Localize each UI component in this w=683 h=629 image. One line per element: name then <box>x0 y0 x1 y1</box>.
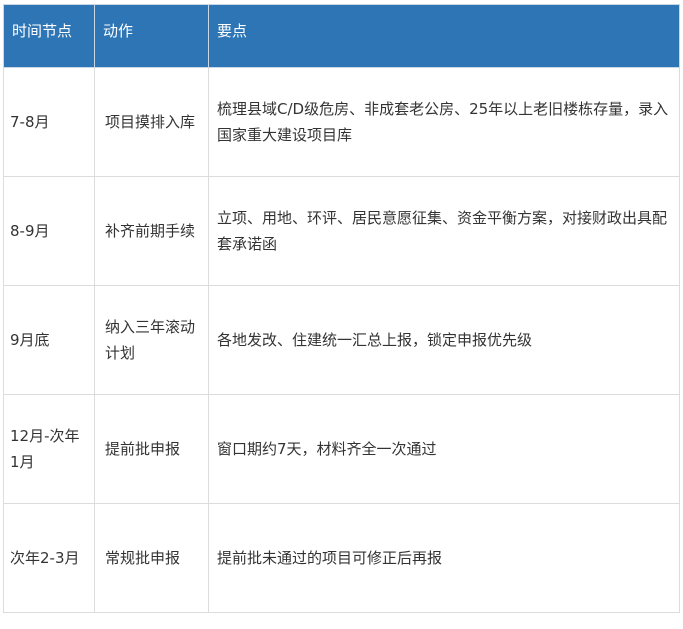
cell-action: 常规批申报 <box>94 503 209 613</box>
schedule-table: 时间节点 动作 要点 7-8月 项目摸排入库 梳理县域C/D级危房、非成套老公房… <box>3 4 680 613</box>
cell-action: 补齐前期手续 <box>94 176 209 286</box>
table-row: 12月-次年1月 提前批申报 窗口期约7天，材料齐全一次通过 <box>3 394 680 504</box>
table-body: 7-8月 项目摸排入库 梳理县域C/D级危房、非成套老公房、25年以上老旧楼栋存… <box>3 67 680 613</box>
cell-time: 12月-次年1月 <box>3 394 95 504</box>
table-row: 8-9月 补齐前期手续 立项、用地、环评、居民意愿征集、资金平衡方案，对接财政出… <box>3 176 680 286</box>
table-header: 时间节点 动作 要点 <box>3 4 680 68</box>
table-row: 7-8月 项目摸排入库 梳理县域C/D级危房、非成套老公房、25年以上老旧楼栋存… <box>3 67 680 177</box>
cell-time: 8-9月 <box>3 176 95 286</box>
cell-time: 9月底 <box>3 285 95 395</box>
cell-points: 窗口期约7天，材料齐全一次通过 <box>208 394 680 504</box>
table-row: 9月底 纳入三年滚动计划 各地发改、住建统一汇总上报，锁定申报优先级 <box>3 285 680 395</box>
cell-action: 纳入三年滚动计划 <box>94 285 209 395</box>
cell-points: 提前批未通过的项目可修正后再报 <box>208 503 680 613</box>
header-action: 动作 <box>94 4 209 68</box>
cell-action: 提前批申报 <box>94 394 209 504</box>
header-time: 时间节点 <box>3 4 95 68</box>
table-row: 次年2-3月 常规批申报 提前批未通过的项目可修正后再报 <box>3 503 680 613</box>
cell-points: 各地发改、住建统一汇总上报，锁定申报优先级 <box>208 285 680 395</box>
header-points: 要点 <box>208 4 680 68</box>
cell-time: 7-8月 <box>3 67 95 177</box>
cell-time: 次年2-3月 <box>3 503 95 613</box>
table-header-row: 时间节点 动作 要点 <box>3 4 680 68</box>
cell-action: 项目摸排入库 <box>94 67 209 177</box>
cell-points: 梳理县域C/D级危房、非成套老公房、25年以上老旧楼栋存量，录入国家重大建设项目… <box>208 67 680 177</box>
cell-points: 立项、用地、环评、居民意愿征集、资金平衡方案，对接财政出具配套承诺函 <box>208 176 680 286</box>
